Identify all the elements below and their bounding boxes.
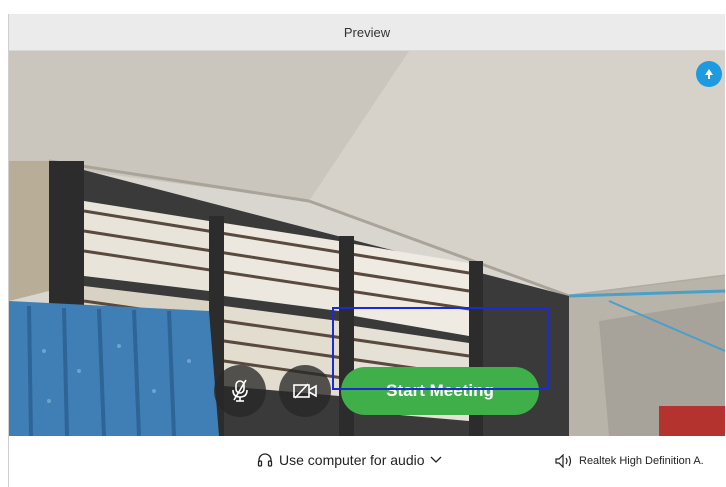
- microphone-muted-icon: [232, 379, 248, 402]
- start-meeting-button[interactable]: Start Meeting: [341, 367, 539, 415]
- pin-button[interactable]: [696, 61, 722, 87]
- window-title: Preview: [343, 24, 391, 40]
- audio-footer: Use computer for audio Realtek High Defi…: [9, 436, 725, 487]
- pin-icon: [705, 69, 713, 79]
- video-button[interactable]: [279, 365, 331, 417]
- chevron-down-icon: [430, 456, 441, 463]
- video-off-icon: [293, 383, 317, 399]
- speaker-device-label: Realtek High Definition A.: [579, 455, 704, 467]
- speaker-selector[interactable]: Realtek High Definition A.: [555, 454, 704, 468]
- speaker-icon: [555, 454, 572, 468]
- headset-icon: [257, 453, 273, 467]
- mute-button[interactable]: [214, 365, 266, 417]
- window-header: Preview: [9, 14, 725, 51]
- preview-window: Preview Start Meeting Use computer for a…: [8, 14, 725, 487]
- camera-preview: Start Meeting: [9, 51, 725, 436]
- audio-connection-dropdown[interactable]: Use computer for audio: [257, 452, 442, 468]
- audio-option-label: Use computer for audio: [279, 452, 425, 468]
